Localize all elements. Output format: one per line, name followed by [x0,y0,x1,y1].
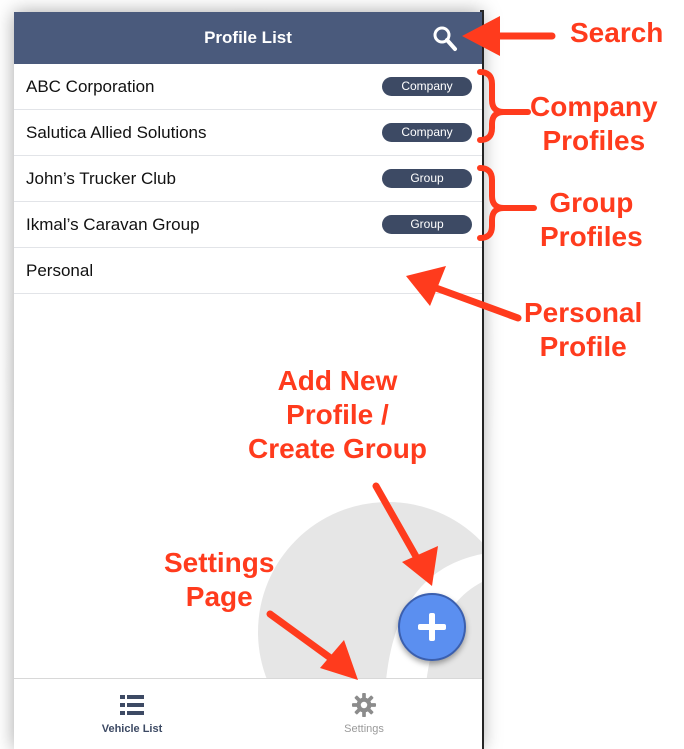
annotation-line: Create Group [248,433,427,464]
group-badge: Group [382,215,472,234]
annotation-personal-profile: Personal Profile [524,296,642,364]
profile-name: ABC Corporation [26,77,155,96]
navbar: Profile List [14,12,482,64]
annotation-line: Profile / [286,399,389,430]
tab-settings[interactable]: Settings [304,679,424,749]
annotation-line: Personal [524,297,643,328]
annotation-line: Company [530,91,658,122]
annotation-search: Search [570,17,664,48]
profile-name: Salutica Allied Solutions [26,123,207,142]
annotation-line: Group [549,187,634,218]
tab-vehicle-list[interactable]: Vehicle List [72,679,192,749]
tab-label: Vehicle List [101,723,163,735]
annotation-line: Page [185,581,253,612]
profile-name: Personal [26,261,94,280]
profile-row-ikmals-caravan-group[interactable]: Ikmal’s Caravan Group Group [14,202,482,248]
annotation-company-profiles: Company Profiles [530,90,658,158]
annotation-group-profiles: Group Profiles [540,186,643,254]
add-profile-button[interactable] [398,593,466,661]
profile-name: Ikmal’s Caravan Group [26,215,200,234]
list-icon [120,695,144,715]
annotation-line: Add New [277,365,398,396]
profile-row-salutica[interactable]: Salutica Allied Solutions Company [14,110,482,156]
annotation-line: Profile [539,331,627,362]
company-badge: Company [382,77,472,96]
profile-row-johns-trucker-club[interactable]: John’s Trucker Club Group [14,156,482,202]
company-badge: Company [382,123,472,142]
annotation-line: Profiles [542,125,646,156]
profile-row-abc-corporation[interactable]: ABC Corporation Company [14,64,482,110]
tab-label: Settings [344,723,384,735]
tab-bar: Vehicle List Settings [14,678,482,749]
group-badge: Group [382,169,472,188]
search-button[interactable] [430,24,460,54]
annotation-add-new-profile: Add New Profile / Create Group [248,364,427,466]
gear-icon [352,693,376,717]
profile-row-personal[interactable]: Personal [14,248,482,294]
annotation-line: Profiles [540,221,643,252]
profile-list: ABC Corporation Company Salutica Allied … [14,64,482,294]
annotation-settings-page: Settings Page [164,546,274,614]
annotation-line: Settings [164,547,275,578]
profile-name: John’s Trucker Club [26,169,176,188]
page-title: Profile List [204,28,292,47]
search-icon [433,26,457,51]
